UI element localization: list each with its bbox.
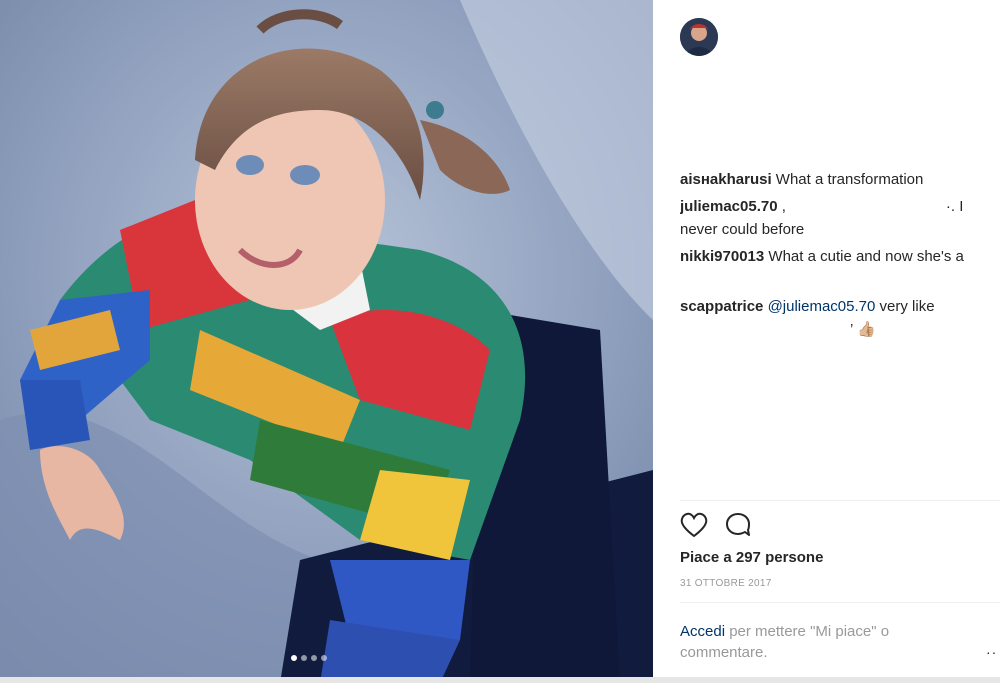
- carousel-dot[interactable]: [301, 655, 307, 661]
- page-bottom-bar: [0, 677, 1000, 683]
- comment: scappatrice @juliemac05.70 very like ’ 👍…: [680, 295, 1000, 341]
- heart-icon[interactable]: [680, 512, 708, 538]
- child-photo-image: [0, 0, 653, 683]
- carousel-dot[interactable]: [291, 655, 297, 661]
- comment-text: never could before: [680, 221, 805, 238]
- comment-text: ’ 👍🏼: [850, 321, 876, 338]
- carousel-dots: [291, 655, 327, 661]
- carousel-dot[interactable]: [321, 655, 327, 661]
- comment: juliemac05.70 , ·. I never could before: [680, 195, 1000, 241]
- avatar[interactable]: [680, 18, 718, 56]
- comment: nikki970013 What a cutie and now she's a: [680, 245, 1000, 291]
- comment-username[interactable]: aisнakharusi: [680, 171, 772, 188]
- post-date: 31 OTTOBRE 2017: [680, 578, 772, 589]
- comment-mention[interactable]: @juliemac05.70: [768, 298, 876, 315]
- comment-text: very like: [875, 298, 935, 315]
- more-options-button[interactable]: ··: [986, 644, 997, 660]
- comment-bubble-icon[interactable]: [724, 512, 752, 538]
- comment-username[interactable]: juliemac05.70: [680, 198, 778, 215]
- comment-username[interactable]: nikki970013: [680, 248, 764, 265]
- avatar-image: [680, 18, 718, 56]
- comment-username[interactable]: scappatrice: [680, 298, 763, 315]
- carousel-dot[interactable]: [311, 655, 317, 661]
- post-actions: [680, 512, 752, 538]
- login-link[interactable]: Accedi: [680, 623, 725, 640]
- login-prompt: Accedi per mettere "Mi piace" o commenta…: [680, 621, 940, 663]
- comments-list: aisнakharusi What a transformation julie…: [680, 168, 1000, 345]
- divider: [680, 500, 1000, 501]
- comment: aisнakharusi What a transformation: [680, 168, 1000, 191]
- comment-text: What a transformation: [771, 171, 924, 188]
- comment-text: What a cutie and now she's a: [764, 248, 964, 265]
- post-photo[interactable]: [0, 0, 653, 683]
- comment-text: ·. I: [945, 198, 964, 215]
- divider: [680, 602, 1000, 603]
- likes-count[interactable]: Piace a 297 persone: [680, 549, 823, 566]
- comment-text: ,: [777, 198, 786, 215]
